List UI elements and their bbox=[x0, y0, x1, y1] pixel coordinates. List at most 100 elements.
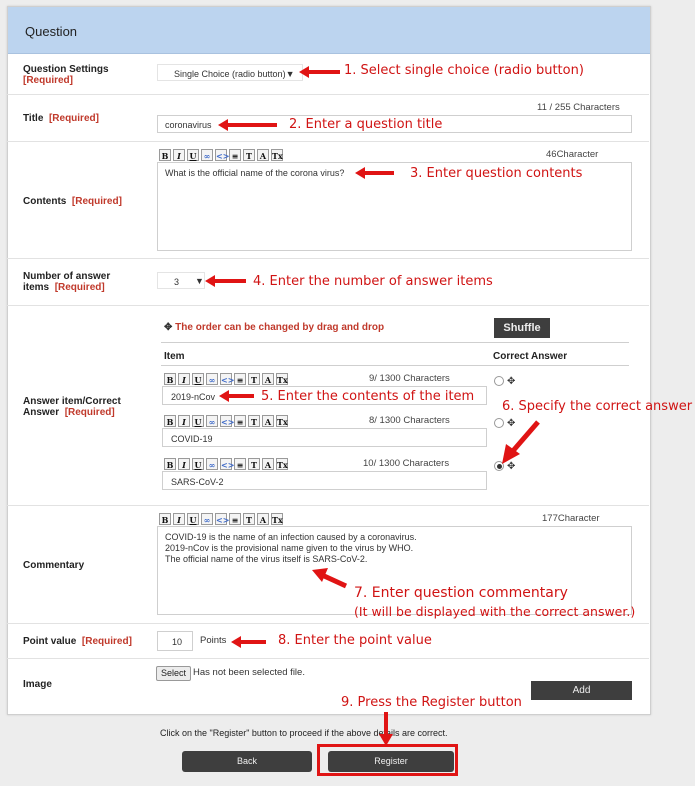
clear-format-icon[interactable]: Tx bbox=[276, 458, 288, 470]
required-mark: [Required] bbox=[81, 636, 132, 647]
column-header-correct: Correct Answer bbox=[493, 351, 568, 362]
code-icon[interactable]: <> bbox=[220, 458, 234, 470]
required-mark: [Required] bbox=[48, 113, 99, 124]
font-size-icon[interactable]: T bbox=[248, 458, 260, 470]
underline-button[interactable]: U bbox=[187, 513, 199, 525]
answer-count-select[interactable]: 3 ▼ bbox=[157, 272, 205, 289]
clear-format-icon[interactable]: Tx bbox=[276, 373, 288, 385]
list-icon[interactable]: ≡ bbox=[229, 513, 241, 525]
divider bbox=[7, 305, 649, 306]
underline-button[interactable]: U bbox=[187, 149, 199, 161]
italic-button[interactable]: I bbox=[178, 458, 190, 470]
annotation-6: 6. Specify the correct answer bbox=[502, 399, 693, 414]
annotation-arrow-diagonal bbox=[502, 420, 540, 464]
commentary-editor-toolbar: B I U ∞ <> ≡ T A Tx bbox=[159, 513, 283, 526]
underline-button[interactable]: U bbox=[192, 458, 204, 470]
divider bbox=[7, 94, 649, 95]
required-mark: [Required] bbox=[54, 282, 105, 293]
answer-item-input[interactable]: SARS-CoV-2 bbox=[162, 471, 487, 490]
clear-format-icon[interactable]: Tx bbox=[271, 149, 283, 161]
image-label: Image bbox=[23, 679, 52, 690]
item-editor-toolbar: B I U ∞ <> ≡ T A Tx bbox=[164, 373, 288, 386]
file-status: Has not been selected file. bbox=[193, 667, 305, 678]
divider bbox=[7, 658, 649, 659]
font-color-icon[interactable]: A bbox=[262, 458, 274, 470]
contents-char-count: 46Character bbox=[546, 149, 599, 160]
divider bbox=[7, 623, 649, 624]
title-char-count: 11 / 255 Characters bbox=[537, 102, 620, 113]
annotation-5: 5. Enter the contents of the item bbox=[261, 389, 475, 404]
annotation-arrow bbox=[355, 167, 394, 179]
chevron-down-icon: ▼ bbox=[285, 69, 295, 79]
title-label: Title [Required] bbox=[23, 113, 99, 124]
annotation-9: 9. Press the Register button bbox=[341, 695, 522, 710]
underline-button[interactable]: U bbox=[192, 415, 204, 427]
bold-button[interactable]: B bbox=[164, 373, 176, 385]
italic-button[interactable]: I bbox=[173, 149, 185, 161]
shuffle-button[interactable]: Shuffle bbox=[494, 318, 550, 338]
bold-button[interactable]: B bbox=[164, 415, 176, 427]
item-char-count: 8/ 1300 Characters bbox=[369, 415, 450, 426]
annotation-arrow bbox=[205, 275, 246, 287]
add-image-button[interactable]: Add bbox=[531, 681, 632, 700]
footer-note: Click on the "Register" button to procee… bbox=[160, 728, 448, 738]
annotation-8: 8. Enter the point value bbox=[278, 633, 432, 648]
list-icon[interactable]: ≡ bbox=[234, 415, 246, 427]
commentary-char-count: 177Character bbox=[542, 513, 600, 524]
font-color-icon[interactable]: A bbox=[257, 149, 269, 161]
annotation-2: 2. Enter a question title bbox=[289, 117, 443, 132]
question-type-select[interactable]: Single Choice (radio button)▼ bbox=[157, 64, 303, 81]
list-icon[interactable]: ≡ bbox=[234, 458, 246, 470]
font-size-icon[interactable]: T bbox=[248, 373, 260, 385]
divider bbox=[7, 258, 649, 259]
select-file-button[interactable]: Select bbox=[156, 666, 191, 681]
italic-button[interactable]: I bbox=[178, 415, 190, 427]
register-button[interactable]: Register bbox=[328, 751, 454, 772]
link-icon[interactable]: ∞ bbox=[206, 373, 218, 385]
link-icon[interactable]: ∞ bbox=[201, 513, 213, 525]
code-icon[interactable]: <> bbox=[220, 373, 234, 385]
code-icon[interactable]: <> bbox=[215, 513, 229, 525]
answer-item-input[interactable]: COVID-19 bbox=[162, 428, 487, 447]
code-icon[interactable]: <> bbox=[220, 415, 234, 427]
italic-button[interactable]: I bbox=[173, 513, 185, 525]
font-size-icon[interactable]: T bbox=[248, 415, 260, 427]
underline-button[interactable]: U bbox=[192, 373, 204, 385]
annotation-arrow-diagonal bbox=[312, 568, 348, 589]
font-color-icon[interactable]: A bbox=[262, 415, 274, 427]
drag-handle-icon[interactable]: ✥ bbox=[507, 376, 515, 387]
panel-header: Question bbox=[8, 7, 650, 54]
list-icon[interactable]: ≡ bbox=[234, 373, 246, 385]
point-value-input[interactable]: 10 bbox=[157, 631, 193, 651]
correct-answer-radio[interactable] bbox=[494, 376, 504, 386]
link-icon[interactable]: ∞ bbox=[206, 458, 218, 470]
item-editor-toolbar: B I U ∞ <> ≡ T A Tx bbox=[164, 458, 288, 471]
divider bbox=[7, 505, 649, 506]
required-mark: [Required] bbox=[23, 75, 73, 86]
drag-hint: ✥ The order can be changed by drag and d… bbox=[164, 322, 385, 333]
question-settings-label: Question Settings [Required] bbox=[23, 64, 109, 86]
bold-button[interactable]: B bbox=[159, 513, 171, 525]
list-icon[interactable]: ≡ bbox=[229, 149, 241, 161]
required-mark: [Required] bbox=[71, 196, 122, 207]
back-button[interactable]: Back bbox=[182, 751, 312, 772]
code-icon[interactable]: <> bbox=[215, 149, 229, 161]
bold-button[interactable]: B bbox=[159, 149, 171, 161]
font-color-icon[interactable]: A bbox=[257, 513, 269, 525]
bold-button[interactable]: B bbox=[164, 458, 176, 470]
annotation-7: 7. Enter question commentary bbox=[354, 585, 568, 601]
clear-format-icon[interactable]: Tx bbox=[276, 415, 288, 427]
italic-button[interactable]: I bbox=[178, 373, 190, 385]
annotation-1: 1. Select single choice (radio button) bbox=[344, 63, 584, 78]
link-icon[interactable]: ∞ bbox=[206, 415, 218, 427]
points-unit: Points bbox=[200, 635, 227, 646]
font-size-icon[interactable]: T bbox=[243, 513, 255, 525]
annotation-arrow-down bbox=[379, 712, 393, 746]
link-icon[interactable]: ∞ bbox=[201, 149, 213, 161]
annotation-3: 3. Enter question contents bbox=[410, 166, 583, 181]
divider bbox=[161, 365, 629, 366]
font-color-icon[interactable]: A bbox=[262, 373, 274, 385]
commentary-textarea[interactable]: COVID-19 is the name of an infection cau… bbox=[157, 526, 632, 615]
clear-format-icon[interactable]: Tx bbox=[271, 513, 283, 525]
font-size-icon[interactable]: T bbox=[243, 149, 255, 161]
